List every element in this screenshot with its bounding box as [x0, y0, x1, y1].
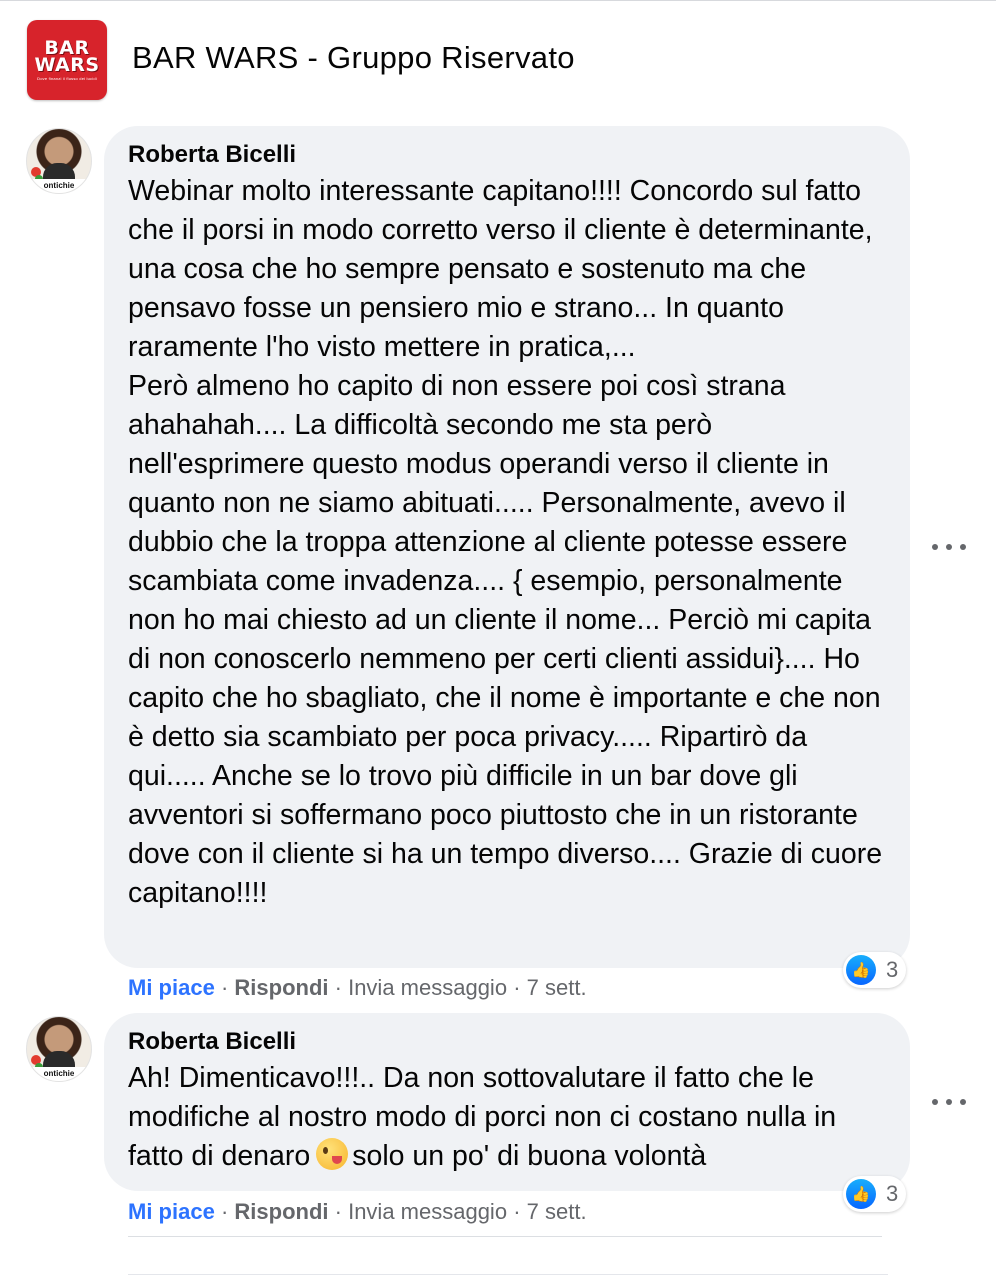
comment-text: Ah! Dimenticavo!!!.. Da non sottovalutar…	[128, 1062, 837, 1172]
comment-author[interactable]: Roberta Bicelli	[128, 1027, 890, 1057]
comment-author[interactable]: Roberta Bicelli	[128, 140, 890, 170]
reaction-count: 3	[886, 1181, 899, 1206]
comment-actions: Mi piace · Rispondi · Invia messaggio · …	[128, 1199, 587, 1224]
reply-button[interactable]: Rispondi	[234, 975, 328, 1000]
logo-line-2: WARS	[34, 53, 100, 76]
group-header: BAR WARS Dove finanzi il flusso dei luci…	[0, 0, 996, 120]
avatar-tag: ontichie	[27, 1067, 91, 1081]
comment-bubble: Roberta Bicelli Ah! Dimenticavo!!!.. Da …	[104, 1013, 910, 1191]
winking-tongue-emoji-icon	[316, 1138, 349, 1170]
reply-button[interactable]: Rispondi	[234, 1199, 328, 1224]
group-title[interactable]: BAR WARS - Gruppo Riservato	[132, 40, 575, 76]
reactions-badge[interactable]: 👍 3	[843, 1176, 907, 1212]
logo-tagline: Dove finanzi il flusso dei lucidi	[37, 75, 97, 81]
reaction-count: 3	[886, 957, 899, 982]
avatar-tag: ontichie	[27, 179, 91, 193]
thumbs-up-icon: 👍	[846, 1179, 876, 1209]
reactions-badge[interactable]: 👍 3	[843, 952, 907, 988]
avatar[interactable]: ontichie	[26, 128, 92, 194]
comment-bubble: Roberta Bicelli Webinar molto interessan…	[104, 126, 910, 968]
like-button[interactable]: Mi piace	[128, 1199, 215, 1224]
send-message-link[interactable]: Invia messaggio	[348, 1199, 507, 1224]
bottom-divider	[128, 1274, 888, 1275]
avatar[interactable]: ontichie	[26, 1016, 92, 1082]
comment-text: Webinar molto interessante capitano!!!! …	[128, 175, 883, 909]
more-options-icon[interactable]	[932, 542, 966, 552]
send-message-link[interactable]: Invia messaggio	[348, 975, 507, 1000]
thumbs-up-icon: 👍	[846, 955, 876, 985]
timestamp[interactable]: 7 sett.	[527, 975, 587, 1000]
comment-actions: Mi piace · Rispondi · Invia messaggio · …	[128, 975, 587, 1000]
timestamp[interactable]: 7 sett.	[527, 1199, 587, 1224]
like-button[interactable]: Mi piace	[128, 975, 215, 1000]
divider	[128, 1236, 882, 1237]
more-options-icon[interactable]	[932, 1097, 966, 1107]
group-logo[interactable]: BAR WARS Dove finanzi il flusso dei luci…	[27, 20, 107, 100]
